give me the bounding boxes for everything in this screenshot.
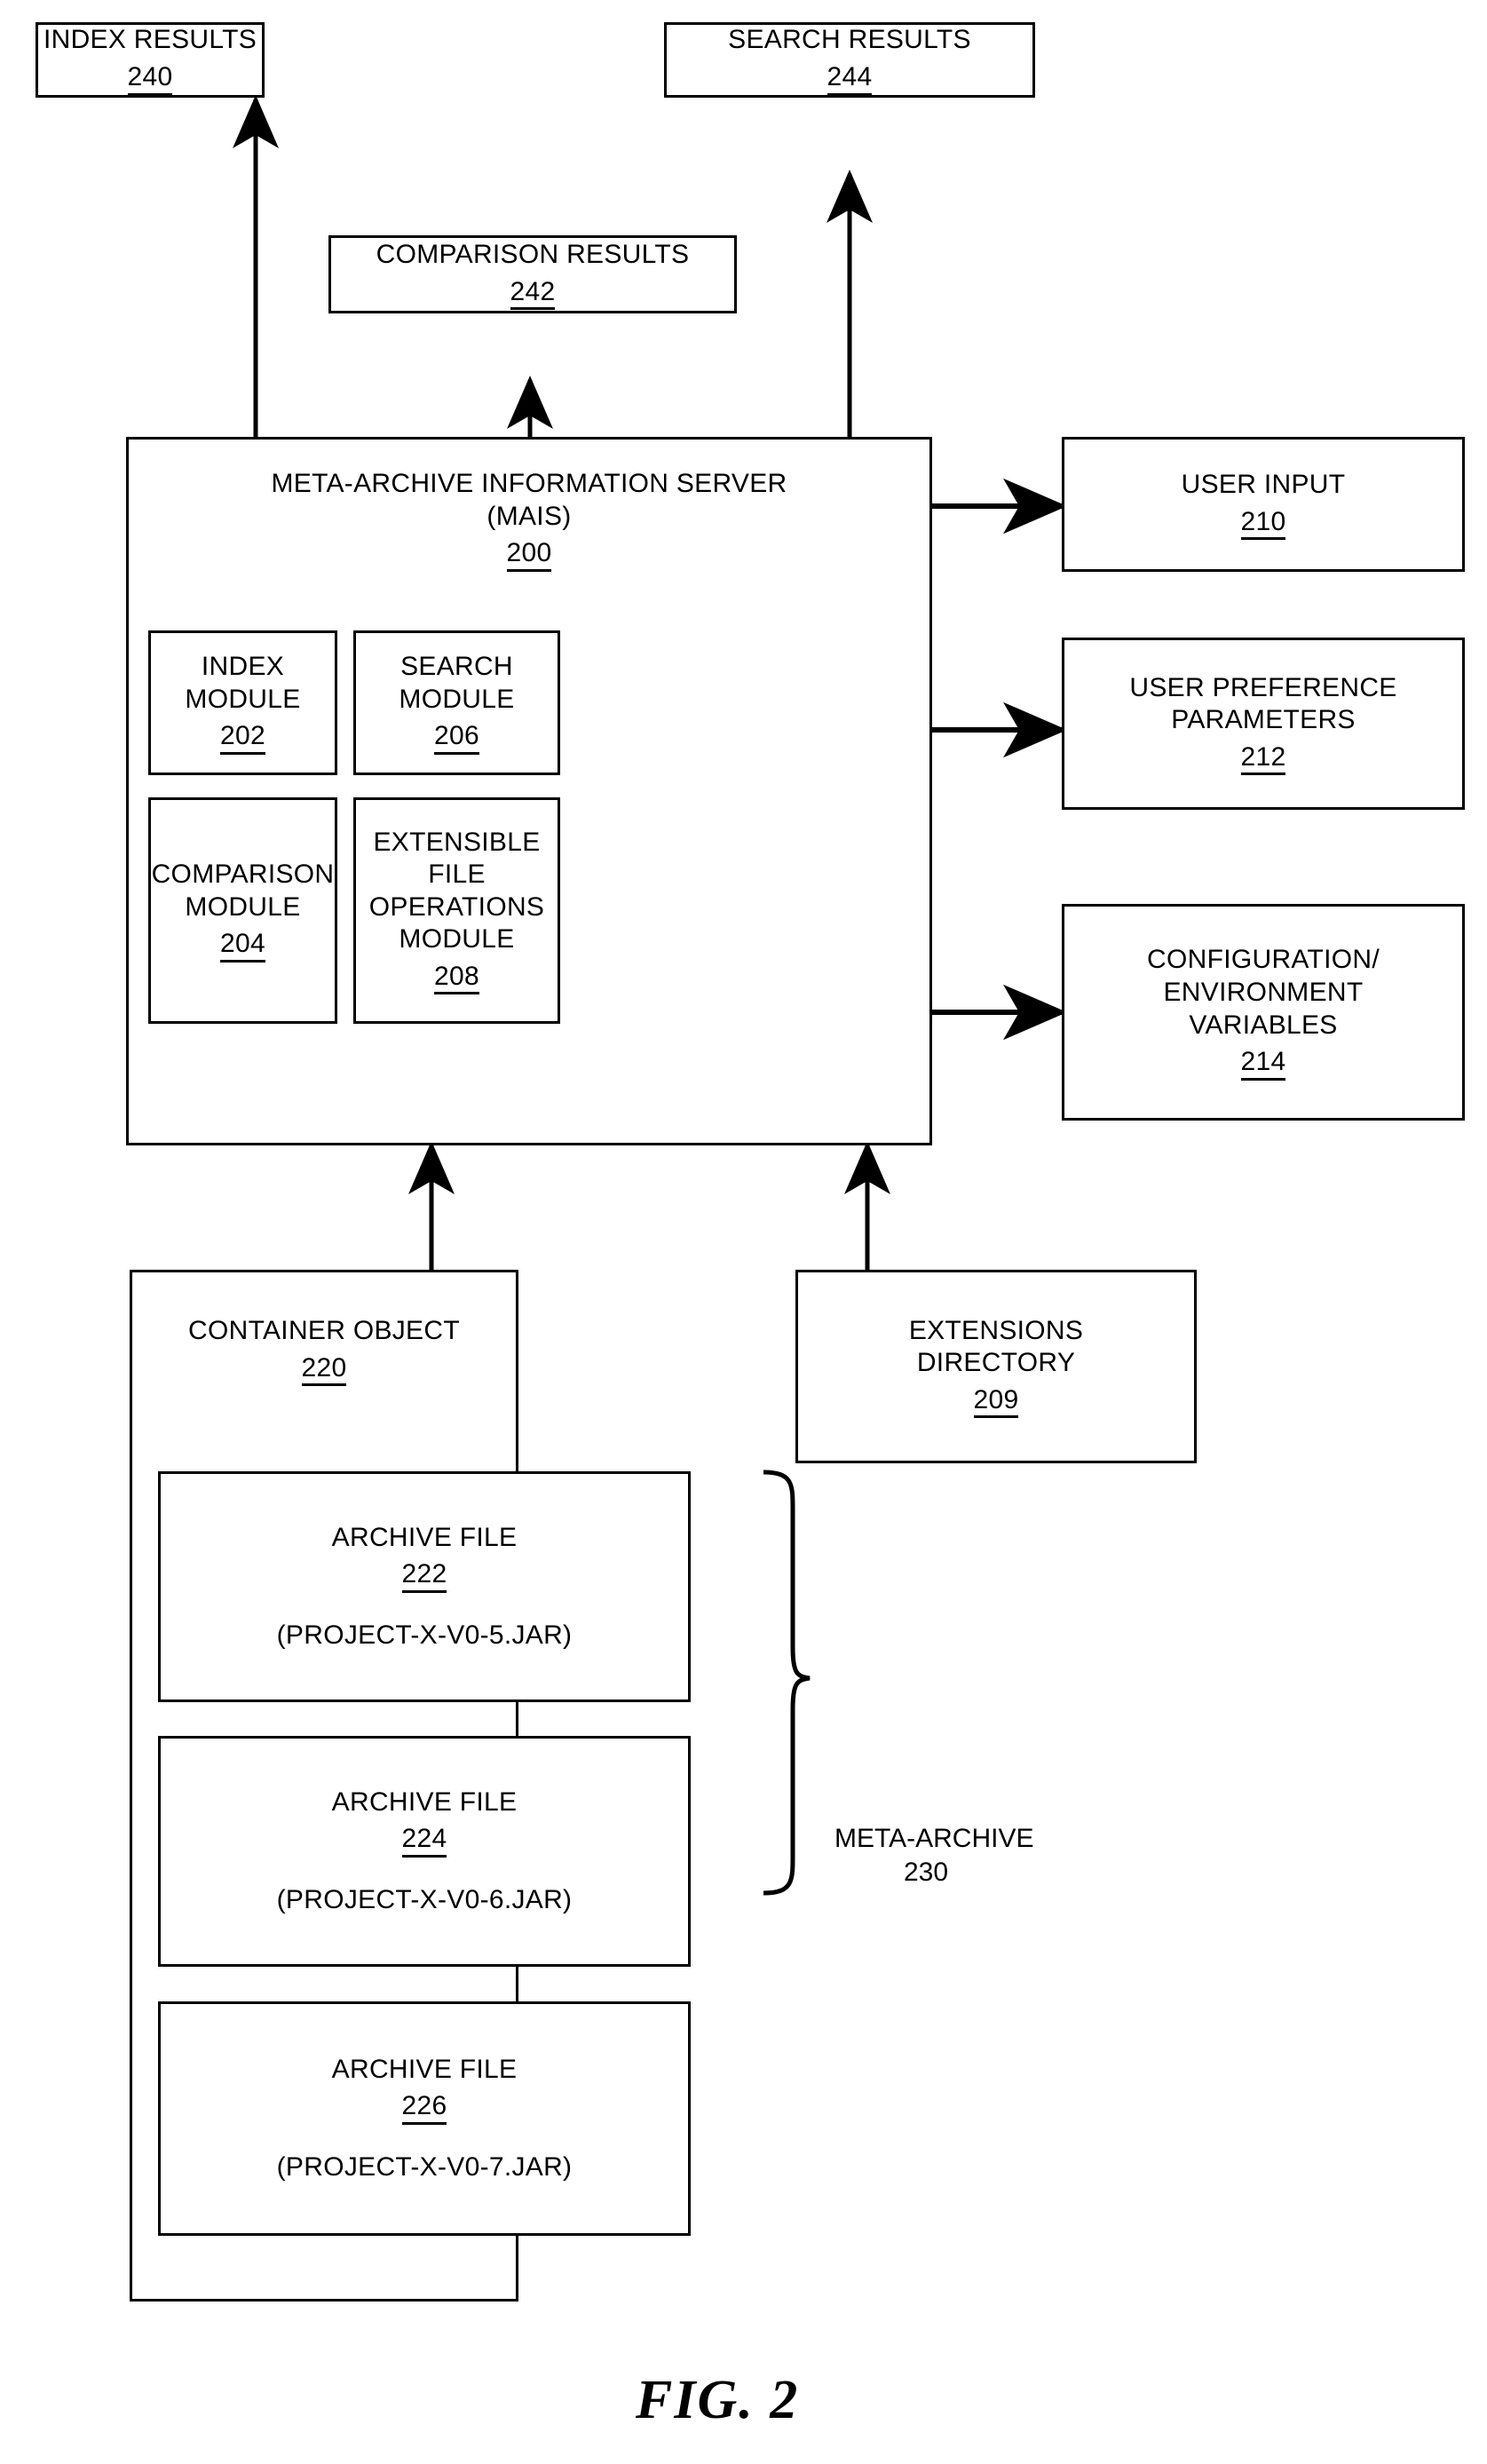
comparison-module-title: COMPARISON MODULE <box>151 860 335 922</box>
mais-ref: 200 <box>506 539 552 572</box>
meta-archive-ref: 230 <box>904 1857 949 1887</box>
comparison-results-title: COMPARISON RESULTS <box>376 239 690 269</box>
archive-file-224-filename: (PROJECT-X-V0-6.JAR) <box>276 1884 573 1914</box>
index-module-box[interactable]: INDEX MODULE 202 <box>148 630 337 775</box>
archive-file-222-box[interactable]: ARCHIVE FILE 222 (PROJECT-X-V0-5.JAR) <box>158 1471 691 1702</box>
index-results-title: INDEX RESULTS <box>43 25 257 55</box>
search-results-ref: 244 <box>827 63 873 96</box>
mais-title: META-ARCHIVE INFORMATION SERVER (MAIS) <box>271 469 787 531</box>
archive-file-226-title: ARCHIVE FILE <box>331 2054 518 2084</box>
user-preference-parameters-title: USER PREFERENCE PARAMETERS <box>1129 672 1397 735</box>
archive-file-224-ref: 224 <box>401 1825 447 1858</box>
archive-file-226-box[interactable]: ARCHIVE FILE 226 (PROJECT-X-V0-7.JAR) <box>158 2001 691 2236</box>
search-module-ref: 206 <box>434 722 479 755</box>
mais-box[interactable]: META-ARCHIVE INFORMATION SERVER (MAIS) 2… <box>126 437 932 1145</box>
index-module-ref: 202 <box>220 722 265 755</box>
user-preference-parameters-box[interactable]: USER PREFERENCE PARAMETERS 212 <box>1062 638 1465 810</box>
search-results-title: SEARCH RESULTS <box>728 25 971 55</box>
index-results-box[interactable]: INDEX RESULTS 240 <box>36 22 265 98</box>
extensible-file-operations-module-ref: 208 <box>434 963 479 995</box>
index-module-title: INDEX MODULE <box>185 652 301 714</box>
comparison-module-box[interactable]: COMPARISON MODULE 204 <box>148 797 337 1024</box>
archive-file-226-ref: 226 <box>401 2092 447 2125</box>
user-input-box[interactable]: USER INPUT 210 <box>1062 437 1465 572</box>
extensible-file-operations-module-box[interactable]: EXTENSIBLE FILE OPERATIONS MODULE 208 <box>353 797 560 1024</box>
container-object-ref: 220 <box>301 1354 347 1387</box>
index-results-ref: 240 <box>127 63 173 96</box>
archive-file-222-title: ARCHIVE FILE <box>331 1522 518 1552</box>
comparison-results-box[interactable]: COMPARISON RESULTS 242 <box>328 235 737 313</box>
search-results-box[interactable]: SEARCH RESULTS 244 <box>664 22 1035 98</box>
extensions-directory-box[interactable]: EXTENSIONS DIRECTORY 209 <box>795 1270 1197 1463</box>
search-module-box[interactable]: SEARCH MODULE 206 <box>353 630 560 775</box>
extensions-directory-ref: 209 <box>973 1386 1019 1419</box>
archive-file-222-ref: 222 <box>401 1560 447 1593</box>
meta-archive-brace <box>763 1470 811 1896</box>
figure-canvas: INDEX RESULTS 240 SEARCH RESULTS 244 COM… <box>0 0 1487 2464</box>
archive-file-226-filename: (PROJECT-X-V0-7.JAR) <box>276 2151 573 2182</box>
configuration-environment-variables-title: CONFIGURATION/ ENVIRONMENT VARIABLES <box>1147 945 1380 1040</box>
user-input-title: USER INPUT <box>1181 469 1346 499</box>
archive-file-224-box[interactable]: ARCHIVE FILE 224 (PROJECT-X-V0-6.JAR) <box>158 1736 691 1967</box>
extensions-directory-title: EXTENSIONS DIRECTORY <box>908 1315 1084 1378</box>
container-object-title: CONTAINER OBJECT <box>188 1316 460 1345</box>
comparison-module-ref: 204 <box>220 930 265 963</box>
meta-archive-title: META-ARCHIVE <box>834 1824 1034 1853</box>
archive-file-224-title: ARCHIVE FILE <box>331 1787 518 1817</box>
comparison-results-ref: 242 <box>510 278 556 311</box>
figure-caption: FIG. 2 <box>636 2370 800 2430</box>
meta-archive-label: META-ARCHIVE 230 <box>834 1822 1190 1889</box>
configuration-environment-variables-box[interactable]: CONFIGURATION/ ENVIRONMENT VARIABLES 214 <box>1062 904 1465 1121</box>
configuration-environment-variables-ref: 214 <box>1240 1048 1286 1081</box>
extensible-file-operations-module-title: EXTENSIBLE FILE OPERATIONS MODULE <box>368 827 545 955</box>
archive-file-222-filename: (PROJECT-X-V0-5.JAR) <box>276 1620 573 1650</box>
user-preference-parameters-ref: 212 <box>1240 743 1286 776</box>
user-input-ref: 210 <box>1240 508 1286 541</box>
search-module-title: SEARCH MODULE <box>399 652 515 714</box>
